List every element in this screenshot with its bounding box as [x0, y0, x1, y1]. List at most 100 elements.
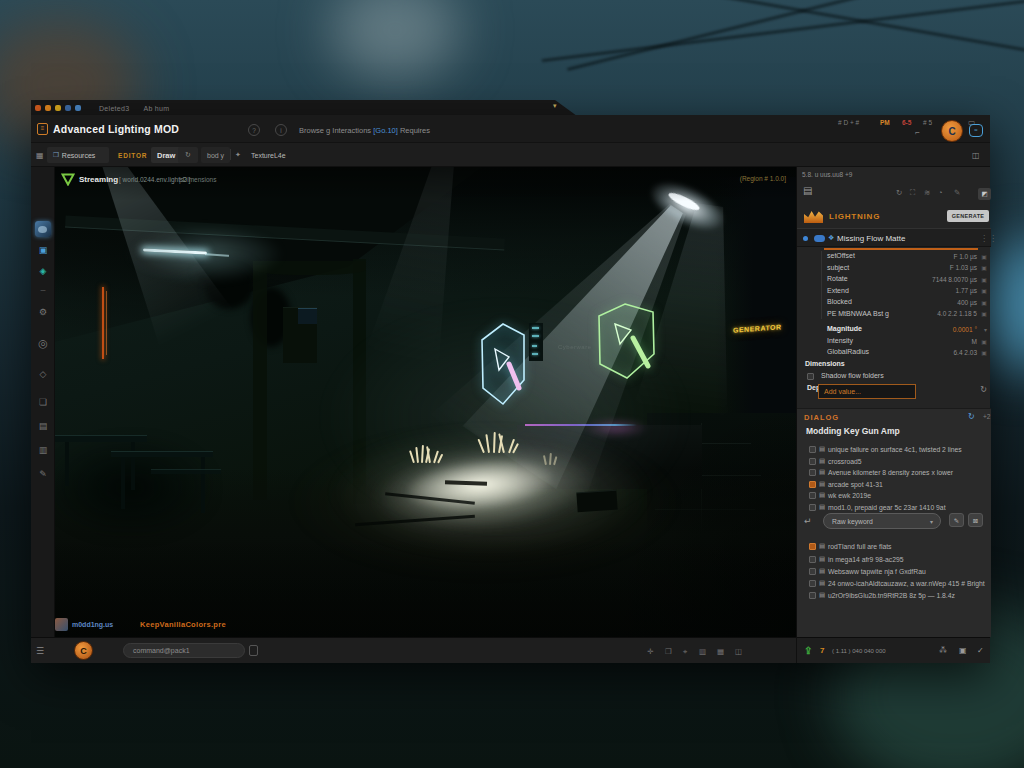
list-item[interactable]: ▤mod1.0, prepaid gear 5c 23ar 1410 9at — [797, 502, 991, 514]
property-row[interactable]: Magnitude 0.0001 ° ▾ — [797, 324, 991, 336]
sidebar-item-panel[interactable]: ▣ — [31, 245, 55, 255]
property-row[interactable]: Extend 1.77 µs ▣ — [797, 286, 991, 298]
refresh-icon[interactable]: ↻ — [896, 188, 902, 197]
overlay-mod-label[interactable]: KeepVanillaColors.pre — [140, 620, 226, 629]
check-icon[interactable]: ✓ — [977, 646, 984, 655]
toggle-pill[interactable] — [814, 235, 825, 242]
tab-draw[interactable]: Draw — [151, 147, 181, 163]
stats-icon[interactable]: ▥ — [699, 647, 706, 656]
target-icon[interactable]: ⌖ — [683, 647, 687, 657]
property-value[interactable]: 4.0 2.2 1.18 5 — [937, 310, 977, 317]
property-row[interactable]: PE MtBNWAA Bst g 4.0 2.2 1.18 5 ▣ — [797, 309, 991, 321]
key-icon[interactable]: ⌐ — [915, 128, 920, 137]
plus-icon[interactable]: ✛ — [647, 647, 653, 656]
list-item[interactable]: ▤crossroad5 — [797, 456, 991, 468]
property-value[interactable]: 7144 8.0070 µs — [932, 276, 977, 283]
checkbox[interactable] — [809, 492, 816, 499]
export-icon[interactable]: ⇪ — [804, 645, 812, 656]
checkbox[interactable] — [809, 504, 816, 511]
strip-tab-about[interactable]: Ab hum — [143, 105, 169, 112]
overlay-username[interactable]: m0dd1ng.us — [72, 621, 113, 628]
command-input[interactable]: command@pack1 — [123, 643, 245, 658]
scatter-icon[interactable]: ⁂ — [939, 646, 947, 655]
sidebar-item-record[interactable]: ◎ — [31, 337, 55, 350]
property-row[interactable]: GlobalRadius 6.4 2.03 ▣ — [797, 347, 991, 359]
sidebar-item-shield[interactable]: ◇ — [31, 369, 55, 379]
star-icon[interactable]: ✦ — [235, 151, 241, 159]
tab-refresh[interactable]: ↻ — [178, 147, 198, 163]
property-value[interactable]: F 1.0 µs — [953, 253, 977, 260]
help-icon[interactable]: ? — [248, 124, 260, 136]
clear-button[interactable]: ⊠ — [968, 513, 983, 527]
property-value[interactable]: 6.4 2.03 — [954, 349, 978, 356]
scene-viewport[interactable]: Cyberware GENERATOR — [55, 167, 796, 637]
property-row[interactable]: setOffset F 1.0 µs ▣ — [797, 251, 991, 263]
list-item[interactable]: ▤rodTland full are flats — [797, 541, 991, 553]
property-row[interactable]: subject F 1.03 µs ▣ — [797, 263, 991, 275]
property-value[interactable]: M — [972, 338, 977, 345]
list-item[interactable]: ▤wk ewk 2019e — [797, 490, 991, 502]
checkbox[interactable] — [809, 568, 816, 575]
sidebar-item-assets[interactable]: ◈ — [31, 266, 55, 276]
layout-grid-icon[interactable]: ◫ — [972, 151, 980, 160]
package-icon[interactable]: ▣ — [959, 646, 967, 655]
property-row[interactable]: Blocked 400 µs ▣ — [797, 297, 991, 309]
info-icon[interactable]: i — [275, 124, 287, 136]
keyword-dropdown[interactable]: Raw keyword ▾ — [823, 513, 941, 529]
list-item[interactable]: ▤24 onwo-icahAldtcauzawz, a war.nWep 415… — [797, 578, 991, 590]
sync-icon[interactable]: ↻ — [968, 412, 975, 421]
chevron-down-icon[interactable]: ▾ — [553, 102, 557, 110]
chat-icon[interactable]: ≈ — [969, 124, 983, 137]
property-value[interactable]: 400 µs — [957, 299, 977, 306]
taskbar-dot-orange[interactable] — [35, 105, 41, 111]
property-row[interactable]: Rotate 7144 8.0070 µs ▣ — [797, 274, 991, 286]
sidebar-item-frames[interactable]: ❏ — [31, 397, 55, 407]
refresh-icon[interactable]: ↻ — [980, 385, 987, 394]
sidebar-item-library[interactable]: ▤ — [31, 421, 55, 431]
sidebar-item-layers[interactable]: ▥ — [31, 445, 55, 455]
checkbox[interactable] — [809, 446, 816, 453]
panel-icon[interactable]: ◫ — [735, 647, 742, 656]
list-item[interactable]: ▤arcade spot 41-31 — [797, 479, 991, 491]
tab-body[interactable]: bod y — [201, 147, 230, 163]
property-row[interactable]: Shadow flow folders — [797, 371, 991, 383]
list-item[interactable]: ▤u2rOr9ibsGlu2b.tn9RtR2B 8z 5p — 1.8.4z — [797, 590, 991, 602]
property-row[interactable]: Dimensions — [797, 359, 991, 371]
property-value[interactable]: 1.77 µs — [956, 287, 977, 294]
strip-tab-deleted[interactable]: Deleted3 — [99, 105, 129, 112]
list-icon[interactable]: ☰ — [36, 646, 44, 656]
grid-icon[interactable]: ▦ — [717, 647, 724, 656]
sidebar-item-edit[interactable]: ✎ — [31, 469, 55, 479]
checkbox[interactable] — [809, 556, 816, 563]
property-value[interactable]: 0.0001 ° — [953, 326, 977, 333]
taskbar-dot-amber[interactable] — [45, 105, 51, 111]
tab-texture[interactable]: TextureL4e — [245, 147, 292, 163]
checkbox[interactable] — [809, 592, 816, 599]
checkbox[interactable] — [809, 580, 816, 587]
user-avatar[interactable]: C — [74, 641, 93, 660]
checkbox[interactable] — [809, 458, 816, 465]
clock-icon[interactable]: ◔ — [938, 188, 943, 197]
list-item[interactable]: ▤Websaww tapwite nja f GxdfRau — [797, 566, 991, 578]
list-item[interactable]: ▤Avenue kilometer 8 density zones x lowe… — [797, 467, 991, 479]
dots-icon[interactable]: ⋮⋮ — [980, 234, 998, 243]
expand-icon[interactable]: ⛶ — [910, 188, 915, 198]
sidebar-avatar[interactable] — [35, 221, 51, 237]
edit-button[interactable]: ✎ — [949, 513, 964, 527]
attach-icon[interactable] — [249, 645, 258, 656]
checkbox[interactable] — [807, 373, 814, 380]
tab-resources[interactable]: ❒ Resources — [47, 147, 109, 163]
brand-button[interactable]: C — [941, 120, 963, 142]
sidebar-item-settings[interactable]: ⚙ — [31, 307, 55, 317]
filter-icon[interactable]: ▤ — [803, 185, 812, 196]
add-value-input[interactable]: Add value... — [818, 384, 916, 399]
checkbox[interactable] — [809, 469, 816, 476]
list-item[interactable]: ▤in mega14 afr9 98-ac295 — [797, 554, 991, 566]
taskbar-dot-blue[interactable] — [65, 105, 71, 111]
generate-button[interactable]: GENERATE — [947, 210, 989, 222]
property-value[interactable]: F 1.03 µs — [950, 264, 977, 271]
checkbox-checked[interactable] — [809, 543, 816, 550]
taskbar-dot-yellow[interactable] — [55, 105, 61, 111]
wave-icon[interactable]: ≋ — [924, 188, 930, 197]
boxed-tool-icon[interactable]: ◩ — [978, 188, 991, 200]
